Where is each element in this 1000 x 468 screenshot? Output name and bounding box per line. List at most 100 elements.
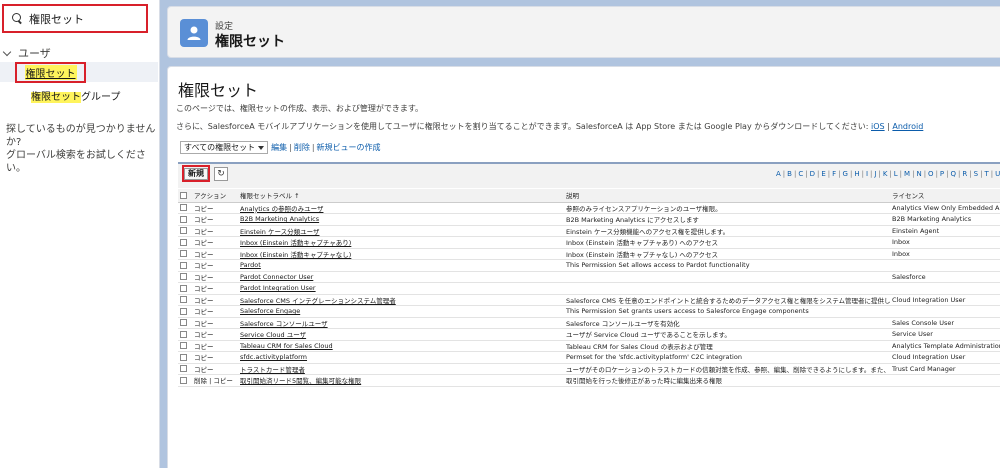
alphabet-filter-letter[interactable]: H xyxy=(854,170,859,178)
row-checkbox[interactable] xyxy=(180,353,187,361)
row-checkbox-cell xyxy=(178,202,192,214)
sidebar-item-permission-set-groups[interactable]: 権限セットグループ xyxy=(31,88,120,103)
android-link[interactable]: Android xyxy=(892,122,923,131)
create-view-link[interactable]: 新規ビューの作成 xyxy=(317,142,381,153)
alphabet-filter-letter[interactable]: I xyxy=(866,170,868,178)
row-checkbox[interactable] xyxy=(180,342,187,350)
alphabet-separator: | xyxy=(878,170,881,178)
delete-view-link[interactable]: 削除 xyxy=(294,142,310,153)
row-label-cell: Pardot Integration User xyxy=(238,282,564,295)
row-license: Cloud Integration User xyxy=(890,294,1000,306)
new-button[interactable]: 新規 xyxy=(184,167,208,180)
permission-set-link[interactable]: Tableau CRM for Sales Cloud xyxy=(240,342,333,350)
permission-set-link[interactable]: Salesforce CMS インテグレーションシステム管理者 xyxy=(240,297,396,305)
sidebar-item-label[interactable]: 権限セット xyxy=(24,65,77,80)
row-checkbox[interactable] xyxy=(180,296,187,304)
search-input-value[interactable]: 権限セット xyxy=(29,11,84,27)
view-select[interactable]: すべての権限セット xyxy=(180,141,269,154)
alphabet-filter-letter[interactable]: C xyxy=(798,170,803,178)
row-action-links[interactable]: コピー xyxy=(192,363,238,375)
permission-set-link[interactable]: Salesforce コンソールユーザ xyxy=(240,320,328,328)
row-label-cell: Inbox (Einstein 活動キャプチャなし) xyxy=(238,248,564,260)
row-action-links[interactable]: コピー xyxy=(192,282,238,295)
permission-set-link[interactable]: 取引開始済リード5閲覧、編集可能な権限 xyxy=(240,377,361,385)
row-action-links[interactable]: コピー xyxy=(192,225,238,237)
column-header-license[interactable]: ライセンス xyxy=(890,189,1000,203)
permission-set-link[interactable]: B2B Marketing Analytics xyxy=(240,215,319,223)
row-checkbox[interactable] xyxy=(180,307,187,315)
alphabet-filter-letter[interactable]: N xyxy=(916,170,921,178)
row-checkbox[interactable] xyxy=(180,284,187,292)
row-action-links[interactable]: コピー xyxy=(192,271,238,283)
alphabet-filter-letter[interactable]: M xyxy=(904,170,910,178)
row-action-links[interactable]: コピー xyxy=(192,294,238,306)
alphabet-filter-letter[interactable]: J xyxy=(874,170,876,178)
row-description: This Permission Set allows access to Par… xyxy=(564,259,890,272)
alphabet-separator: | xyxy=(782,170,786,178)
select-all-checkbox[interactable] xyxy=(180,191,187,199)
alphabet-filter-letter[interactable]: F xyxy=(832,170,836,178)
alphabet-filter-letter[interactable]: R xyxy=(962,170,967,178)
alphabet-filter-letter[interactable]: P xyxy=(940,170,944,178)
row-action-links[interactable]: コピー xyxy=(192,317,238,329)
alphabet-filter-letter[interactable]: U xyxy=(995,170,1000,178)
row-action-links[interactable]: コピー xyxy=(192,305,238,318)
row-checkbox[interactable] xyxy=(180,365,187,373)
row-action-links[interactable]: コピー xyxy=(192,340,238,352)
ios-link[interactable]: iOS xyxy=(871,122,885,131)
permission-set-link[interactable]: Pardot xyxy=(240,261,261,269)
chevron-down-icon[interactable] xyxy=(2,47,12,56)
row-action-links[interactable]: 削除 | コピー xyxy=(192,374,238,387)
tree-group-users[interactable]: ユーザ xyxy=(2,45,51,61)
row-action-links[interactable]: コピー xyxy=(192,248,238,260)
alphabet-filter-letter[interactable]: S xyxy=(974,170,978,178)
permission-set-link[interactable]: sfdc.activityplatform xyxy=(240,353,307,361)
sidebar-item-permission-sets[interactable]: 権限セット xyxy=(0,62,158,83)
row-checkbox[interactable] xyxy=(180,238,187,246)
row-action-links[interactable]: コピー xyxy=(192,202,238,214)
row-checkbox[interactable] xyxy=(180,319,187,327)
row-action-links[interactable]: コピー xyxy=(192,328,238,341)
alphabet-filter-letter[interactable]: B xyxy=(787,170,792,178)
row-checkbox[interactable] xyxy=(180,250,187,258)
alphabet-filter-letter[interactable]: D xyxy=(810,170,815,178)
permission-set-link[interactable]: Inbox (Einstein 活動キャプチャあり) xyxy=(240,239,351,247)
row-checkbox[interactable] xyxy=(180,227,187,235)
table-row: コピー Inbox (Einstein 活動キャプチャなし) Inbox (Eins… xyxy=(178,248,1000,260)
row-license xyxy=(890,259,1000,272)
permission-set-link[interactable]: Analytics の参照のみユーザ xyxy=(240,205,323,213)
alphabet-filter-letter[interactable]: E xyxy=(821,170,825,178)
row-action-links[interactable]: コピー xyxy=(192,351,238,364)
row-checkbox[interactable] xyxy=(180,204,187,212)
row-label-cell: Service Cloud ユーザ xyxy=(238,328,564,341)
permission-set-link[interactable]: Pardot Integration User xyxy=(240,284,316,292)
row-action-links[interactable]: コピー xyxy=(192,236,238,249)
column-header-description[interactable]: 説明 xyxy=(564,189,890,203)
permission-set-link[interactable]: Pardot Connector User xyxy=(240,273,313,281)
permission-set-link[interactable]: Service Cloud ユーザ xyxy=(240,331,306,339)
permission-set-link[interactable]: トラストカード管理者 xyxy=(240,366,305,374)
permission-set-link[interactable]: Salesforce Engage xyxy=(240,307,300,315)
row-checkbox[interactable] xyxy=(180,376,187,384)
row-checkbox[interactable] xyxy=(180,261,187,269)
permission-set-link[interactable]: Einstein ケース分類ユーザ xyxy=(240,228,320,236)
edit-view-link[interactable]: 編集 xyxy=(271,142,287,153)
alphabet-filter-letter[interactable]: A xyxy=(776,170,781,178)
alphabet-filter-letter[interactable]: T xyxy=(984,170,988,178)
alphabet-filter-letter[interactable]: G xyxy=(843,170,848,178)
row-action-links[interactable]: コピー xyxy=(192,259,238,272)
row-action-links[interactable]: コピー xyxy=(192,213,238,226)
not-found-line-1: 探しているものが見つかりませんか? xyxy=(6,124,156,148)
permission-set-link[interactable]: Inbox (Einstein 活動キャプチャなし) xyxy=(240,251,351,259)
alphabet-filter-letter[interactable]: Q xyxy=(951,170,957,178)
column-header-label[interactable]: 権限セットラベル ↑ xyxy=(238,189,564,203)
quick-find-search[interactable]: 権限セット xyxy=(2,4,148,33)
row-checkbox[interactable] xyxy=(180,330,187,338)
alphabet-filter-letter[interactable]: L xyxy=(894,170,898,178)
table-row: コピー sfdc.activityplatform Permset for the … xyxy=(178,351,1000,364)
row-checkbox[interactable] xyxy=(180,215,187,223)
alphabet-filter-letter[interactable]: K xyxy=(883,170,888,178)
refresh-icon[interactable]: ↻ xyxy=(214,167,228,181)
row-checkbox[interactable] xyxy=(180,273,187,281)
alphabet-filter-letter[interactable]: O xyxy=(928,170,934,178)
